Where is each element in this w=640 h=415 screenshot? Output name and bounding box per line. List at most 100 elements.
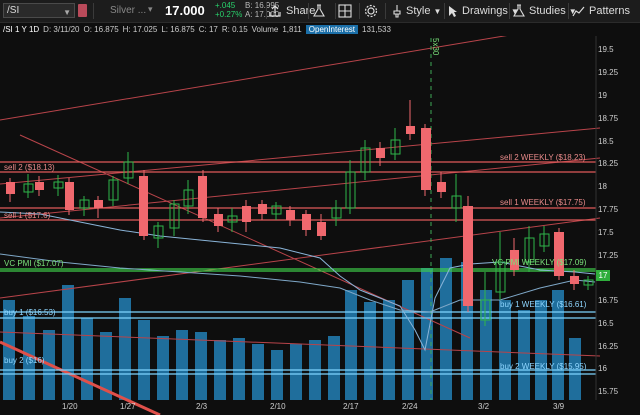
candle bbox=[108, 176, 119, 206]
flask-button[interactable] bbox=[313, 0, 325, 22]
y-tick: 16 bbox=[598, 364, 607, 373]
patterns-icon bbox=[572, 6, 585, 16]
candle bbox=[258, 200, 267, 220]
symbol-period: /SI 1 Y 1D bbox=[3, 24, 40, 34]
candle bbox=[451, 174, 462, 222]
close-value: C: 17 bbox=[198, 24, 218, 34]
paint-brush-icon bbox=[393, 5, 401, 18]
candle bbox=[79, 196, 90, 216]
volume-bar bbox=[290, 344, 302, 400]
volume-bar bbox=[81, 318, 93, 400]
cursor-icon bbox=[449, 5, 457, 17]
x-tick: 1/27 bbox=[120, 402, 136, 411]
buy1-weekly-label: buy 1 WEEKLY ($16.61) bbox=[500, 300, 587, 309]
divider bbox=[308, 3, 309, 19]
sell1-label: sell 1 ($17.6) bbox=[4, 211, 51, 220]
share-icon bbox=[269, 5, 281, 17]
divider bbox=[568, 3, 569, 19]
open-interest-label: OpenInterest bbox=[305, 24, 359, 34]
chart-info-bar: /SI 1 Y 1D D: 3/11/20 O: 16.875 H: 17.02… bbox=[0, 22, 640, 36]
volume-bars bbox=[3, 258, 581, 400]
volume-bar bbox=[383, 300, 395, 400]
symbol-value: /SI bbox=[7, 5, 20, 16]
candle bbox=[390, 128, 401, 160]
studies-label: Studies bbox=[529, 5, 566, 17]
candle bbox=[286, 206, 295, 226]
x-tick: 2/17 bbox=[343, 402, 359, 411]
gear-button[interactable] bbox=[364, 0, 378, 22]
y-tick: 18.25 bbox=[598, 159, 619, 168]
candle bbox=[6, 178, 15, 202]
chevron-down-icon[interactable]: ▾ bbox=[148, 4, 153, 15]
y-tick: 19.5 bbox=[598, 45, 614, 54]
event-marker-label: 5x30 bbox=[431, 38, 440, 56]
candle bbox=[139, 170, 148, 240]
candle bbox=[331, 200, 342, 226]
sell2-label: sell 2 ($18.13) bbox=[4, 163, 55, 172]
volume-bar bbox=[195, 332, 207, 400]
patterns-button[interactable]: Patterns bbox=[572, 0, 630, 22]
candle bbox=[570, 270, 579, 290]
y-tick: 15.75 bbox=[598, 387, 619, 396]
high-value: H: 17.025 bbox=[122, 24, 158, 34]
buy2-label: buy 2 ($16) bbox=[4, 356, 45, 365]
candle bbox=[302, 210, 311, 236]
gear-icon bbox=[364, 4, 378, 18]
date-value: D: 3/11/20 bbox=[43, 24, 80, 34]
divider bbox=[266, 3, 267, 19]
flag-icon[interactable] bbox=[78, 4, 87, 17]
security-name: Silver ... bbox=[110, 5, 147, 16]
volume-bar bbox=[176, 330, 188, 400]
candle bbox=[463, 196, 473, 312]
candle bbox=[169, 200, 180, 236]
candle bbox=[271, 202, 282, 220]
volume-bar bbox=[157, 336, 169, 400]
candle bbox=[317, 214, 326, 240]
sell1-weekly-label: sell 1 WEEKLY ($17.75) bbox=[500, 198, 586, 207]
divider bbox=[335, 3, 336, 19]
grid-button[interactable] bbox=[338, 0, 352, 22]
price-chart[interactable] bbox=[0, 36, 640, 415]
candlesticks bbox=[6, 100, 594, 326]
candle bbox=[94, 196, 103, 218]
current-price-tag: 17 bbox=[596, 270, 610, 281]
divider bbox=[509, 3, 510, 19]
x-tick: 1/20 bbox=[62, 402, 78, 411]
candle bbox=[214, 208, 223, 232]
divider bbox=[359, 3, 360, 19]
candle bbox=[23, 174, 34, 198]
candle bbox=[35, 176, 44, 196]
y-tick: 18.5 bbox=[598, 137, 614, 146]
volume-bar bbox=[364, 302, 376, 400]
open-interest-value: 131,533 bbox=[362, 24, 391, 34]
open-value: O: 16.875 bbox=[83, 24, 119, 34]
y-tick: 18.75 bbox=[598, 114, 619, 123]
x-tick: 3/9 bbox=[553, 402, 565, 411]
divider bbox=[93, 3, 94, 19]
divider bbox=[444, 3, 445, 19]
candle bbox=[65, 178, 74, 215]
flask-icon bbox=[513, 4, 525, 17]
net-change: +.045 bbox=[215, 1, 236, 10]
sell2-weekly-label: sell 2 WEEKLY ($18.23) bbox=[500, 153, 586, 162]
style-label: Style bbox=[406, 5, 431, 17]
divider bbox=[385, 3, 386, 19]
chevron-down-icon[interactable]: ▼ bbox=[63, 6, 71, 19]
candle bbox=[510, 238, 519, 276]
volume-bar bbox=[62, 285, 74, 400]
vc-pmi-weekly-label: VC PMI WEEKLY ($17.09) bbox=[492, 258, 587, 267]
last-price: 17.000 bbox=[165, 3, 205, 18]
volume-bar bbox=[518, 310, 530, 400]
volume-bar bbox=[535, 300, 547, 400]
patterns-label: Patterns bbox=[589, 5, 630, 17]
y-tick: 17.75 bbox=[598, 205, 619, 214]
style-button[interactable]: Style ▼ bbox=[391, 0, 441, 22]
y-tick: 18 bbox=[598, 182, 607, 191]
candle bbox=[421, 124, 431, 196]
flask-icon bbox=[313, 4, 325, 17]
volume-bar bbox=[119, 298, 131, 400]
y-tick: 17.5 bbox=[598, 228, 614, 237]
volume-bar bbox=[402, 280, 414, 400]
symbol-input[interactable]: /SI ▼ bbox=[3, 3, 75, 18]
toolbar: /SI ▼ Silver ... ▾ 17.000 +.045 +0.27% B… bbox=[0, 0, 640, 23]
